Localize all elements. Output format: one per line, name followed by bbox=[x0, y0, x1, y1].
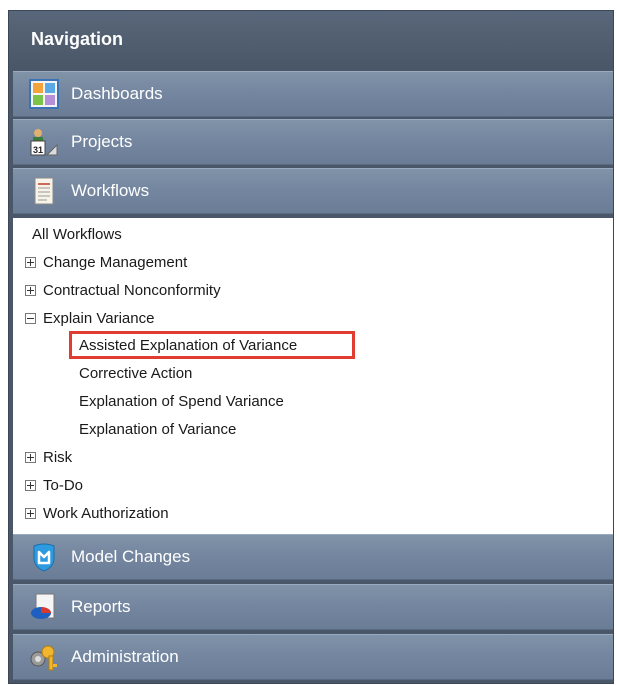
tree-item-label: Change Management bbox=[43, 254, 188, 271]
tree-item-label: Work Authorization bbox=[43, 505, 169, 522]
projects-calendar-icon: 31 bbox=[29, 127, 59, 157]
expand-plus-icon[interactable] bbox=[25, 479, 36, 491]
section-administration-label: Administration bbox=[71, 647, 179, 666]
navigation-title: Navigation bbox=[9, 11, 613, 67]
tree-item-label: Explanation of Spend Variance bbox=[79, 393, 284, 410]
collapse-minus-icon[interactable] bbox=[25, 312, 36, 324]
dashboard-grid-icon bbox=[29, 79, 59, 109]
model-changes-shield-icon bbox=[29, 542, 59, 572]
workflows-tree: All Workflows Change Management Contract… bbox=[13, 218, 613, 540]
section-dashboards[interactable]: Dashboards bbox=[13, 71, 613, 117]
tree-item-explanation-of-variance[interactable]: Explanation of Variance bbox=[79, 418, 236, 442]
svg-text:31: 31 bbox=[33, 145, 43, 155]
tree-item-assisted-explanation-of-variance[interactable]: Assisted Explanation of Variance bbox=[79, 334, 297, 358]
reports-chart-icon bbox=[29, 592, 59, 622]
tree-item-all-workflows[interactable]: All Workflows bbox=[32, 223, 122, 247]
tree-item-change-management[interactable]: Change Management bbox=[25, 251, 187, 275]
administration-keys-icon bbox=[29, 642, 59, 672]
tree-item-contractual-nonconformity[interactable]: Contractual Nonconformity bbox=[25, 279, 221, 303]
tree-item-label: Explanation of Variance bbox=[79, 421, 237, 438]
tree-item-label: Explain Variance bbox=[43, 310, 155, 327]
tree-item-label: Risk bbox=[43, 449, 73, 466]
tree-item-work-authorization[interactable]: Work Authorization bbox=[25, 502, 169, 526]
section-projects[interactable]: 31 Projects bbox=[13, 119, 613, 165]
tree-item-explain-variance[interactable]: Explain Variance bbox=[25, 307, 154, 331]
section-model-changes-label: Model Changes bbox=[71, 547, 191, 566]
tree-item-label: To-Do bbox=[43, 477, 84, 494]
tree-item-todo[interactable]: To-Do bbox=[25, 474, 83, 498]
expand-plus-icon[interactable] bbox=[25, 284, 36, 296]
section-workflows[interactable]: Workflows bbox=[13, 168, 613, 214]
section-model-changes[interactable]: Model Changes bbox=[13, 534, 613, 580]
tree-item-risk[interactable]: Risk bbox=[25, 446, 72, 470]
tree-item-label: Corrective Action bbox=[79, 365, 193, 382]
tree-item-label: Assisted Explanation of Variance bbox=[79, 337, 298, 354]
workflows-document-icon bbox=[29, 176, 59, 206]
tree-item-corrective-action[interactable]: Corrective Action bbox=[79, 362, 192, 386]
section-workflows-label: Workflows bbox=[71, 181, 150, 200]
section-projects-label: Projects bbox=[71, 132, 133, 151]
section-dashboards-label: Dashboards bbox=[71, 84, 163, 103]
tree-item-explanation-of-spend-variance[interactable]: Explanation of Spend Variance bbox=[79, 390, 284, 414]
expand-plus-icon[interactable] bbox=[25, 507, 36, 519]
section-administration[interactable]: Administration bbox=[13, 634, 613, 680]
tree-item-label: All Workflows bbox=[32, 226, 122, 243]
navigation-panel: Navigation Dashboards 31 Projects Workfl… bbox=[8, 10, 614, 684]
section-reports-label: Reports bbox=[71, 597, 131, 616]
section-reports[interactable]: Reports bbox=[13, 584, 613, 630]
expand-plus-icon[interactable] bbox=[25, 451, 36, 463]
tree-item-label: Contractual Nonconformity bbox=[43, 282, 221, 299]
expand-plus-icon[interactable] bbox=[25, 256, 36, 268]
